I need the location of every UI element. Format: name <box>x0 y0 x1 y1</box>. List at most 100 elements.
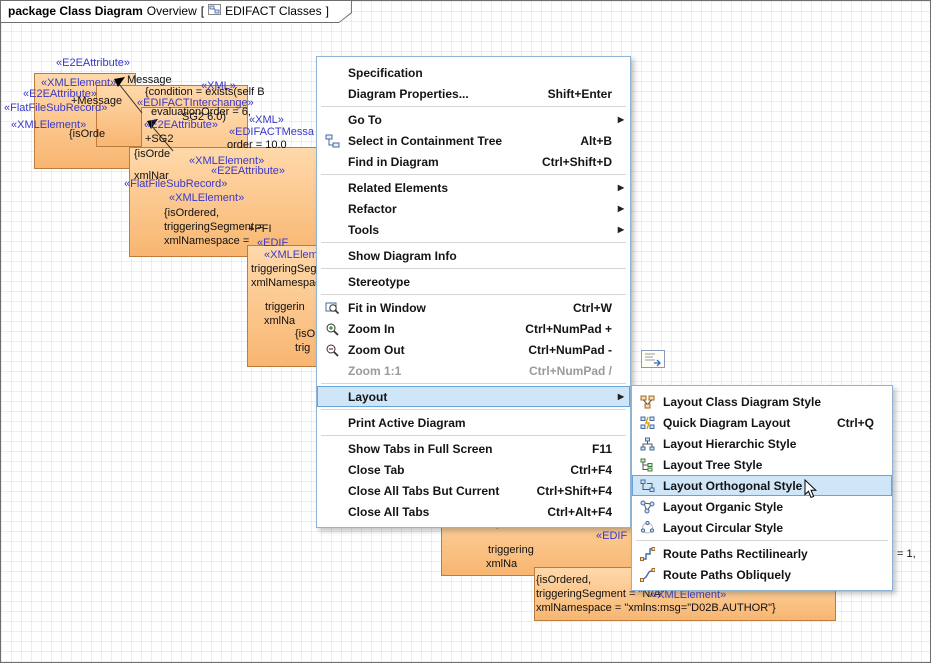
blank-icon-slot <box>321 415 343 431</box>
menu-item-label: Zoom In <box>348 322 507 336</box>
stereotype-label: «XMLElement» <box>169 192 244 204</box>
blank-icon-slot <box>321 462 343 478</box>
quick-diagram-layout-icon <box>636 415 658 431</box>
menu-shortcut: Ctrl+NumPad + <box>525 322 612 336</box>
blank-icon-slot <box>321 483 343 499</box>
menu-separator <box>321 242 626 243</box>
menu-item-label: Related Elements <box>348 181 612 195</box>
menu-item-go-to[interactable]: Go To▶ <box>317 109 630 130</box>
menu-item-label: Close Tab <box>348 463 552 477</box>
menu-separator <box>321 106 626 107</box>
page-icon[interactable] <box>641 350 665 373</box>
menu-item-specification[interactable]: Specification <box>317 62 630 83</box>
diagram-text: xmlNamespace = <box>164 235 249 247</box>
menu-item-related-elements[interactable]: Related Elements▶ <box>317 177 630 198</box>
stereotype-label: «EDIF <box>257 237 288 249</box>
menu-shortcut: Ctrl+F4 <box>570 463 612 477</box>
zoom-out-icon <box>321 342 343 358</box>
menu-item-layout-orthogonal-style[interactable]: Layout Orthogonal Style <box>632 475 892 496</box>
diagram-text: xmlNamespace = "xmlns:msg="D02B.AUTHOR"} <box>536 602 776 614</box>
fit-in-window-icon <box>321 300 343 316</box>
menu-item-label: Select in Containment Tree <box>348 134 562 148</box>
layout-tree-style-icon <box>636 457 658 473</box>
blank-icon-slot <box>321 154 343 170</box>
menu-item-print-active-diagram[interactable]: Print Active Diagram <box>317 412 630 433</box>
menu-shortcut: Ctrl+NumPad - <box>528 343 612 357</box>
menu-item-label: Refactor <box>348 202 612 216</box>
diagram-text: {isOrde <box>69 128 105 140</box>
menu-item-refactor[interactable]: Refactor▶ <box>317 198 630 219</box>
menu-item-stereotype[interactable]: Stereotype <box>317 271 630 292</box>
menu-item-layout-tree-style[interactable]: Layout Tree Style <box>632 454 892 475</box>
menu-item-layout[interactable]: Layout▶ <box>317 386 630 407</box>
submenu-arrow-icon: ▶ <box>612 225 624 234</box>
menu-item-label: Layout <box>348 390 612 404</box>
blank-icon-slot <box>321 65 343 81</box>
menu-shortcut: Shift+Enter <box>548 87 612 101</box>
menu-item-show-tabs-in-full-screen[interactable]: Show Tabs in Full ScreenF11 <box>317 438 630 459</box>
menu-item-find-in-diagram[interactable]: Find in DiagramCtrl+Shift+D <box>317 151 630 172</box>
menu-item-label: Diagram Properties... <box>348 87 530 101</box>
blank-icon-slot <box>321 274 343 290</box>
menu-item-layout-organic-style[interactable]: Layout Organic Style <box>632 496 892 517</box>
menu-item-layout-hierarchic-style[interactable]: Layout Hierarchic Style <box>632 433 892 454</box>
diagram-name-label: Overview <box>147 4 197 18</box>
menu-item-fit-in-window[interactable]: Fit in WindowCtrl+W <box>317 297 630 318</box>
layout-circular-style-icon <box>636 520 658 536</box>
menu-item-label: Route Paths Rectilinearly <box>663 547 874 561</box>
menu-item-label: Stereotype <box>348 275 612 289</box>
menu-item-label: Print Active Diagram <box>348 416 612 430</box>
diagram-text: {isOrde <box>134 148 170 160</box>
route-paths-obliquely-icon <box>636 567 658 583</box>
layout-hierarchic-style-icon <box>636 436 658 452</box>
context-menu: Specification Diagram Properties... Shift+… <box>316 56 631 528</box>
menu-separator <box>321 268 626 269</box>
menu-item-zoom-out[interactable]: Zoom OutCtrl+NumPad - <box>317 339 630 360</box>
blank-icon-slot <box>321 222 343 238</box>
menu-shortcut: Ctrl+Q <box>837 416 874 430</box>
route-paths-rectilinearly-icon <box>636 546 658 562</box>
stereotype-label: «XML» <box>249 114 284 126</box>
menu-item-select-in-containment-tree[interactable]: Select in Containment TreeAlt+B <box>317 130 630 151</box>
blank-icon-slot <box>321 441 343 457</box>
menu-item-label: Show Diagram Info <box>348 249 612 263</box>
menu-item-layout-class-diagram-style[interactable]: Layout Class Diagram Style <box>632 391 892 412</box>
layout-organic-style-icon <box>636 499 658 515</box>
menu-separator <box>321 174 626 175</box>
menu-item-quick-diagram-layout[interactable]: Quick Diagram LayoutCtrl+Q <box>632 412 892 433</box>
submenu-arrow-icon: ▶ <box>612 183 624 192</box>
menu-item-zoom-in[interactable]: Zoom In Ctrl+NumPad + <box>317 318 630 339</box>
submenu-arrow-icon: ▶ <box>612 115 624 124</box>
menu-shortcut: Ctrl+W <box>573 301 612 315</box>
menu-item-label: Tools <box>348 223 612 237</box>
menu-item-label: Route Paths Obliquely <box>663 568 874 582</box>
menu-item-close-all-tabs-but-current[interactable]: Close All Tabs But CurrentCtrl+Shift+F4 <box>317 480 630 501</box>
blank-icon-slot <box>321 504 343 520</box>
layout-submenu: Layout Class Diagram StyleQuick Diagram … <box>631 385 893 591</box>
menu-item-tools[interactable]: Tools▶ <box>317 219 630 240</box>
zoom-in-icon <box>321 321 343 337</box>
menu-separator <box>321 294 626 295</box>
diagram-text: {isOrdered, <box>536 574 591 586</box>
menu-item-zoom-1-1[interactable]: Zoom 1:1Ctrl+NumPad / <box>317 360 630 381</box>
diagram-text: +PFI <box>248 223 272 235</box>
diagram-text: order = 10.0 <box>227 139 287 151</box>
menu-item-route-paths-obliquely[interactable]: Route Paths Obliquely <box>632 564 892 585</box>
menu-item-diagram-properties[interactable]: Diagram Properties... Shift+Enter <box>317 83 630 104</box>
menu-item-label: Close All Tabs <box>348 505 529 519</box>
bracket-close: ] <box>326 4 329 18</box>
menu-shortcut: Ctrl+Shift+D <box>542 155 612 169</box>
diagram-text: xmlNamespac <box>251 277 321 289</box>
menu-item-close-all-tabs[interactable]: Close All TabsCtrl+Alt+F4 <box>317 501 630 522</box>
diagram-canvas[interactable]: «E2EAttribute»Message«XMLElement»«E2EAtt… <box>0 0 931 663</box>
menu-separator <box>636 540 888 541</box>
menu-item-route-paths-rectilinearly[interactable]: Route Paths Rectilinearly <box>632 543 892 564</box>
submenu-arrow-icon: ▶ <box>612 392 624 401</box>
menu-item-close-tab[interactable]: Close Tab Ctrl+F4 <box>317 459 630 480</box>
menu-item-show-diagram-info[interactable]: Show Diagram Info <box>317 245 630 266</box>
menu-item-layout-circular-style[interactable]: Layout Circular Style <box>632 517 892 538</box>
menu-item-label: Layout Tree Style <box>663 458 874 472</box>
diagram-frame-header: package Class Diagram Overview [ EDIFACT… <box>1 1 352 23</box>
menu-shortcut: F11 <box>592 442 612 456</box>
diagram-text: Message <box>127 74 172 86</box>
